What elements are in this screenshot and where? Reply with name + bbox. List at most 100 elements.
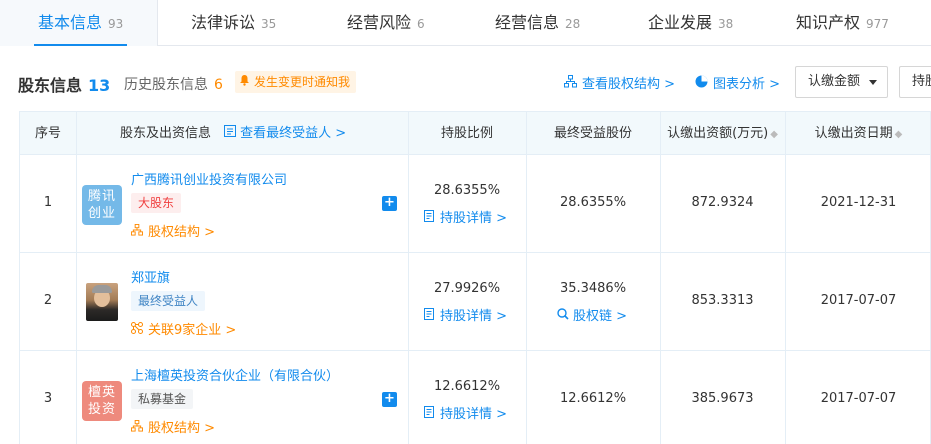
column-divider <box>76 112 77 154</box>
beneficiary-link-label: 查看最终受益人 > <box>240 126 347 141</box>
column-divider <box>76 253 77 350</box>
expand-plus-icon[interactable]: + <box>382 392 397 407</box>
final-share-value: 35.3486% <box>559 281 627 296</box>
view-beneficiary-link[interactable]: 查看最终受益人 > <box>223 125 347 141</box>
tab-count: 28 <box>565 17 581 31</box>
tab-label: 经营信息 <box>495 13 560 32</box>
tab-development[interactable]: 企业发展 38 <box>648 0 733 46</box>
org-chart-icon <box>564 75 578 92</box>
section-title: 股东信息 13 <box>18 72 110 96</box>
chart-analysis-link[interactable]: 图表分析 > <box>695 73 780 92</box>
sort-select2-label: 持股 <box>912 74 931 89</box>
table-header: 序号 股东及出资信息 查看最终受益人 > 持股比例 最终受益股份 认缴出资额(万… <box>19 111 931 155</box>
column-divider <box>76 155 77 252</box>
header-date[interactable]: 认缴出资日期 ◆ <box>785 112 931 156</box>
chevron-down-icon <box>869 80 877 85</box>
related-companies-link[interactable]: 关联9家企业 > <box>131 319 236 338</box>
company-logo: 檀英投资 <box>82 381 122 421</box>
document-icon <box>423 406 436 422</box>
view-equity-structure-link[interactable]: 查看股权结构 > <box>564 73 675 92</box>
status-badge: 大股东 <box>131 193 182 213</box>
date-value: 2021-12-31 <box>820 195 897 210</box>
sublink-label: 关联9家企业 > <box>148 323 237 338</box>
equity-structure-link[interactable]: 股权结构 > <box>131 221 215 240</box>
final-share-value: 12.6612% <box>559 391 627 406</box>
status-badge: 最终受益人 <box>131 291 206 311</box>
company-logo: 腾讯创业 <box>82 185 122 225</box>
row-index: 2 <box>43 293 53 308</box>
tab-count: 6 <box>417 17 425 31</box>
tab-risk[interactable]: 经营风险 6 <box>347 0 425 46</box>
column-divider <box>408 253 409 350</box>
amount-value: 872.9324 <box>691 195 754 210</box>
tab-count: 93 <box>108 17 124 31</box>
history-shareholders-link[interactable]: 历史股东信息 6 <box>124 74 223 94</box>
holding-detail-link[interactable]: 持股详情 > <box>423 403 507 422</box>
sort-icon: ◆ <box>894 129 903 140</box>
org-chart-icon <box>131 420 144 436</box>
column-divider <box>408 351 409 444</box>
chain-label: 股权链 > <box>573 309 628 324</box>
notice-label: 发生变更时通知我 <box>254 75 351 89</box>
tab-basic-info[interactable]: 基本信息 93 <box>33 0 128 46</box>
tab-label: 企业发展 <box>648 13 713 32</box>
tab-count: 977 <box>866 17 889 31</box>
equity-chain-link[interactable]: 股权链 > <box>556 305 627 324</box>
header-ratio: 持股比例 <box>440 126 493 141</box>
change-notify-button[interactable]: 发生变更时通知我 <box>235 71 357 93</box>
header-amount[interactable]: 认缴出资额(万元) ◆ <box>660 112 785 156</box>
view-structure-label: 查看股权结构 > <box>582 77 676 92</box>
header-index: 序号 <box>34 126 61 141</box>
header-date-label: 认缴出资日期 <box>814 126 893 141</box>
document-icon <box>423 308 436 324</box>
sort-share-select[interactable]: 持股 <box>899 66 931 98</box>
expand-plus-icon[interactable]: + <box>382 196 397 211</box>
page: 基本信息 93 法律诉讼 35 经营风险 6 经营信息 28 企业发展 38 知识产权 97… <box>0 0 931 444</box>
network-icon <box>131 322 144 338</box>
section-title-label: 股东信息 <box>18 76 83 95</box>
table-row: 3 檀英投资 上海檀英投资合伙企业（有限合伙） 私募基金 股权结构 > + 12… <box>19 351 931 444</box>
sort-icon: ◆ <box>770 129 778 140</box>
sublink-label: 股权结构 > <box>148 225 216 240</box>
detail-label: 持股详情 > <box>440 407 508 422</box>
header-final-share: 最终受益股份 <box>553 126 632 141</box>
detail-label: 持股详情 > <box>440 211 508 226</box>
chain-link-icon <box>556 307 569 324</box>
tab-business[interactable]: 经营信息 28 <box>495 0 580 46</box>
pie-chart-icon <box>695 75 709 92</box>
tab-legal[interactable]: 法律诉讼 35 <box>191 0 276 46</box>
header-amount-label: 认缴出资额(万元) <box>667 126 769 141</box>
sort-select-label: 认缴金额 <box>808 74 861 89</box>
history-count: 6 <box>214 77 223 93</box>
date-value: 2017-07-07 <box>820 293 897 308</box>
org-chart-icon <box>131 224 144 240</box>
shareholder-name-link[interactable]: 上海檀英投资合伙企业（有限合伙） <box>131 365 339 384</box>
shareholder-name-link[interactable]: 郑亚旗 <box>131 267 170 286</box>
column-divider <box>76 351 77 444</box>
tab-ip[interactable]: 知识产权 977 <box>796 0 889 46</box>
tab-count: 38 <box>718 17 734 31</box>
chart-analysis-label: 图表分析 > <box>713 77 781 92</box>
top-tab-bar: 基本信息 93 法律诉讼 35 经营风险 6 经营信息 28 企业发展 38 知识产权 97… <box>0 0 931 46</box>
detail-label: 持股详情 > <box>440 309 508 324</box>
section-count: 13 <box>88 76 111 95</box>
holding-detail-link[interactable]: 持股详情 > <box>423 207 507 226</box>
final-share-value: 28.6355% <box>559 195 627 210</box>
column-divider <box>526 253 527 350</box>
shareholder-name-link[interactable]: 广西腾讯创业投资有限公司 <box>131 169 287 188</box>
holding-detail-link[interactable]: 持股详情 > <box>423 305 507 324</box>
table-row: 2 郑亚旗 最终受益人 关联9家企业 > 27.9926% 持股详情 > 35.… <box>19 253 931 351</box>
document-icon <box>423 210 436 226</box>
header-shareholder-label: 股东及出资信息 <box>120 126 212 141</box>
bell-icon <box>239 71 251 93</box>
ratio-value: 28.6355% <box>433 183 501 198</box>
sort-amount-select[interactable]: 认缴金额 <box>795 66 888 98</box>
header-shareholder: 股东及出资信息 查看最终受益人 > <box>120 112 346 156</box>
sublink-label: 股权结构 > <box>148 421 216 436</box>
tab-label: 法律诉讼 <box>191 13 256 32</box>
equity-structure-link[interactable]: 股权结构 > <box>131 417 215 436</box>
ratio-value: 27.9926% <box>433 281 501 296</box>
ratio-value: 12.6612% <box>433 379 501 394</box>
table-row: 1 腾讯创业 广西腾讯创业投资有限公司 大股东 股权结构 > + 28.6355… <box>19 155 931 253</box>
column-divider <box>408 155 409 252</box>
